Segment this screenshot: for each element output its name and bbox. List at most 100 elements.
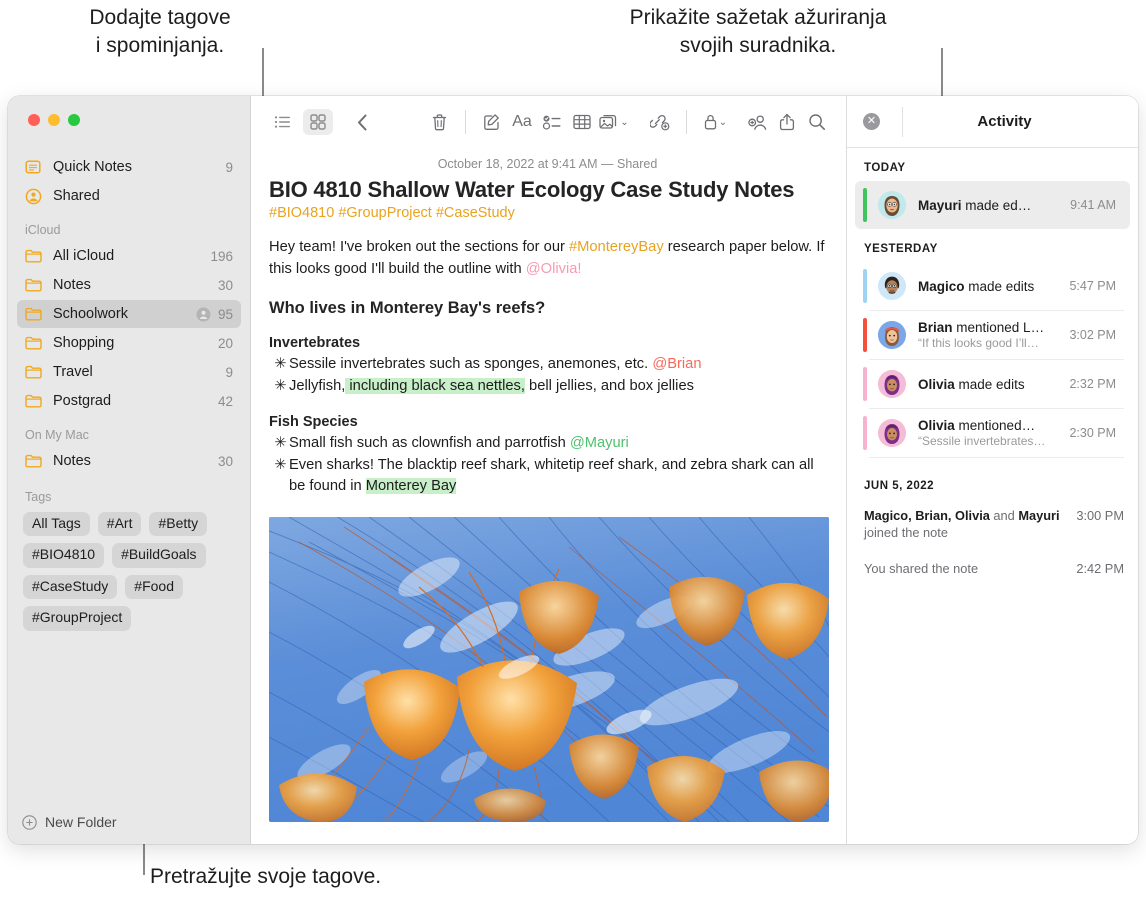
minimize-button[interactable] bbox=[48, 114, 60, 126]
format-aa-icon[interactable]: Aa bbox=[507, 109, 537, 135]
activity-item-mayuri-edits[interactable]: Mayuri made ed… 9:41 AM bbox=[855, 181, 1130, 229]
sidebar-item-quick-notes[interactable]: Quick Notes 9 bbox=[17, 153, 241, 181]
activity-history-names2: Mayuri bbox=[1018, 508, 1060, 523]
intro-part1: Hey team! I've broken out the sections f… bbox=[269, 239, 569, 255]
sidebar-item-all-icloud[interactable]: All iCloud 196 bbox=[17, 242, 241, 270]
tag-casestudy[interactable]: #CaseStudy bbox=[23, 574, 118, 600]
activity-item-olivia-mention[interactable]: Olivia mentioned… “Sessile invertebrates… bbox=[855, 409, 1130, 457]
sidebar-item-postgrad[interactable]: Postgrad 42 bbox=[17, 387, 241, 415]
sidebar-item-schoolwork[interactable]: Schoolwork 95 bbox=[17, 300, 241, 328]
close-icon[interactable]: ✕ bbox=[863, 113, 880, 130]
note-intro-paragraph: Hey team! I've broken out the sections f… bbox=[269, 237, 826, 281]
activity-item-magico-edits[interactable]: Magico made edits 5:47 PM bbox=[855, 262, 1130, 310]
media-icon[interactable]: ⌄ bbox=[597, 109, 631, 135]
bullet-post: bell jellies, and box jellies bbox=[524, 377, 694, 394]
sidebar-item-shopping[interactable]: Shopping 20 bbox=[17, 329, 241, 357]
tag-groupproject[interactable]: #GroupProject bbox=[23, 606, 132, 631]
sidebar-item-label: Shopping bbox=[53, 335, 115, 351]
sidebar-item-count: 9 bbox=[225, 159, 233, 175]
bullet-marker-icon: ✳ bbox=[274, 457, 287, 474]
activity-line-1: Mayuri made ed… bbox=[918, 198, 1064, 213]
activity-action: mentioned L… bbox=[952, 320, 1045, 335]
activity-user-name: Magico bbox=[918, 278, 965, 294]
sidebar-item-travel[interactable]: Travel 9 bbox=[17, 358, 241, 386]
list-view-icon[interactable] bbox=[267, 109, 297, 135]
list-item: ✳ Sessile invertebrates such as sponges,… bbox=[269, 353, 826, 375]
tag-food[interactable]: #Food bbox=[125, 574, 183, 600]
bullet-pre: Sessile invertebrates such as sponges, a… bbox=[289, 355, 653, 372]
activity-action: made edits bbox=[954, 376, 1025, 392]
jellyfish-photo[interactable] bbox=[269, 516, 829, 822]
tag-bio4810[interactable]: #BIO4810 bbox=[23, 543, 105, 568]
folder-icon bbox=[25, 394, 45, 408]
activity-item-olivia-edits[interactable]: Olivia made edits 2:32 PM bbox=[855, 360, 1130, 408]
tag-all-tags[interactable]: All Tags bbox=[23, 512, 90, 537]
activity-action: made edits bbox=[964, 278, 1035, 294]
activity-line-1: Olivia mentioned… bbox=[918, 418, 1063, 433]
close-button[interactable] bbox=[28, 114, 40, 126]
note-date: October 18, 2022 at 9:41 AM — Shared bbox=[437, 157, 658, 171]
tag-betty[interactable]: #Betty bbox=[149, 512, 208, 537]
activity-time: 2:30 PM bbox=[1069, 426, 1116, 440]
note-body[interactable]: October 18, 2022 at 9:41 AM — Shared BIO… bbox=[251, 148, 846, 844]
bullet-text: Sessile invertebrates such as sponges, a… bbox=[289, 354, 826, 374]
activity-text: Brian mentioned L… “If this looks good I… bbox=[918, 320, 1063, 350]
list-item: ✳ Jellyfish, including black sea nettles… bbox=[269, 375, 826, 397]
add-people-icon[interactable] bbox=[742, 109, 772, 135]
avatar bbox=[878, 321, 906, 349]
tag-art[interactable]: #Art bbox=[97, 512, 142, 537]
activity-group-yesterday: YESTERDAY bbox=[864, 243, 938, 255]
activity-text: Magico made edits bbox=[918, 279, 1063, 294]
sidebar-item-count: 95 bbox=[217, 306, 233, 322]
activity-action: mentioned… bbox=[954, 418, 1036, 433]
chevron-down-icon[interactable]: ⌄ bbox=[620, 117, 628, 128]
bullet-marker-icon: ✳ bbox=[274, 377, 287, 394]
plus-circle-icon bbox=[22, 814, 37, 830]
compose-note-icon[interactable] bbox=[477, 109, 507, 135]
avatar bbox=[878, 419, 906, 447]
new-folder-button[interactable]: New Folder bbox=[8, 800, 250, 844]
table-icon[interactable] bbox=[567, 109, 597, 135]
sidebar-item-label: Notes bbox=[53, 453, 91, 469]
list-item: ✳ Even sharks! The blacktip reef shark, … bbox=[269, 454, 826, 497]
search-icon[interactable] bbox=[802, 109, 832, 135]
format-aa-label: Aa bbox=[512, 113, 532, 130]
activity-time: 9:41 AM bbox=[1070, 198, 1116, 212]
activity-group-jun5: JUN 5, 2022 bbox=[864, 480, 935, 492]
folder-icon bbox=[25, 249, 45, 263]
back-chevron-icon[interactable] bbox=[347, 109, 377, 135]
share-icon[interactable] bbox=[772, 109, 802, 135]
activity-item-brian-mention[interactable]: Brian mentioned L… “If this looks good I… bbox=[855, 311, 1130, 359]
activity-history-time: 3:00 PM bbox=[1076, 508, 1124, 523]
mention-mayuri[interactable]: @Mayuri bbox=[570, 435, 629, 451]
zoom-button[interactable] bbox=[68, 114, 80, 126]
tag-buildgoals[interactable]: #BuildGoals bbox=[112, 543, 206, 568]
intro-mention-olivia[interactable]: @Olivia! bbox=[526, 261, 582, 277]
sidebar-section-icloud-label: iCloud bbox=[25, 223, 61, 237]
activity-history-mid: and bbox=[989, 508, 1019, 523]
checklist-icon[interactable] bbox=[537, 109, 567, 135]
activity-group-today: TODAY bbox=[864, 162, 906, 174]
activity-line-1: Magico made edits bbox=[918, 279, 1063, 294]
chevron-down-icon[interactable]: ⌄ bbox=[719, 117, 727, 128]
trash-icon[interactable] bbox=[424, 109, 454, 135]
mention-brian[interactable]: @Brian bbox=[652, 356, 701, 372]
sidebar-item-shared[interactable]: Shared bbox=[17, 182, 241, 210]
activity-list[interactable]: TODAY Mayuri made ed… 9:41 AM YESTERDAY … bbox=[847, 148, 1138, 844]
sidebar-item-label: Travel bbox=[53, 364, 93, 380]
activity-user-name: Olivia bbox=[918, 418, 955, 433]
activity-quote: “If this looks good I’ll… bbox=[918, 336, 1039, 350]
add-link-icon[interactable] bbox=[645, 109, 675, 135]
intro-hashtag-montereybay[interactable]: #MontereyBay bbox=[569, 239, 664, 255]
sidebar: Quick Notes 9 Shared iCloud All iCloud 1… bbox=[8, 96, 251, 844]
gallery-view-icon[interactable] bbox=[303, 109, 333, 135]
sidebar-item-notes-icloud[interactable]: Notes 30 bbox=[17, 271, 241, 299]
sidebar-item-count: 196 bbox=[210, 248, 233, 264]
note-title: BIO 4810 Shallow Water Ecology Case Stud… bbox=[269, 177, 795, 202]
sidebar-scroll[interactable]: Quick Notes 9 Shared iCloud All iCloud 1… bbox=[8, 148, 250, 800]
lock-icon[interactable]: ⌄ bbox=[698, 109, 732, 135]
activity-time: 3:02 PM bbox=[1069, 328, 1116, 342]
callout-top-right: Prikažite sažetak ažuriranja svojih sura… bbox=[629, 6, 887, 57]
sidebar-item-notes-local[interactable]: Notes 30 bbox=[17, 447, 241, 475]
activity-line-1: Olivia made edits bbox=[918, 377, 1063, 392]
